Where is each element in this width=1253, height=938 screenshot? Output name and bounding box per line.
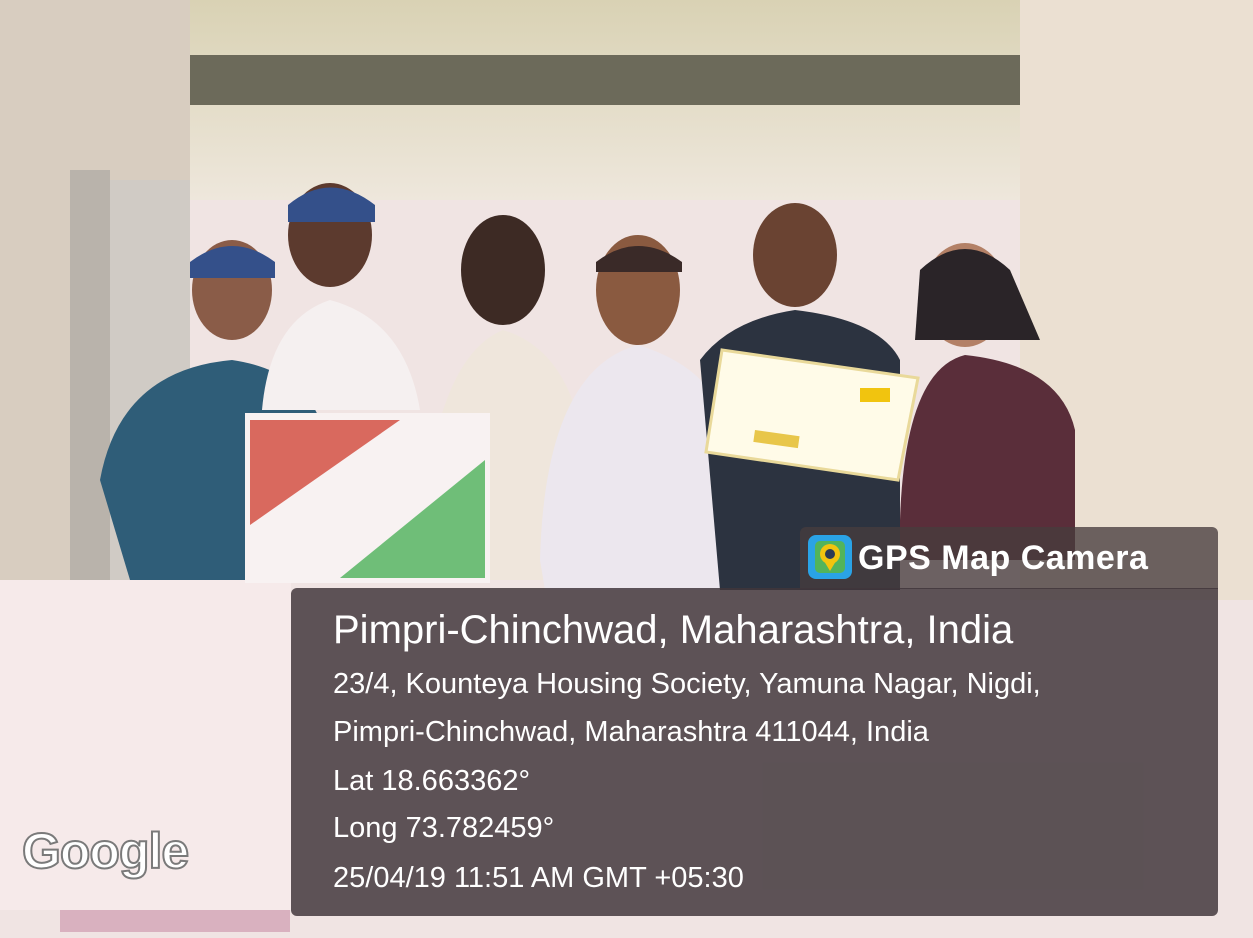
location-panel: Pimpri-Chinchwad, Maharashtra, India 23/…	[291, 588, 1218, 916]
gps-stamp-header: GPS Map Camera	[800, 527, 1218, 589]
address-line-2: Pimpri-Chinchwad, Maharashtra 411044, In…	[333, 716, 929, 748]
google-logo: Google	[21, 822, 190, 880]
map-camera-icon	[808, 535, 852, 579]
flag-drawing	[245, 413, 490, 583]
longitude: Long 73.782459°	[333, 812, 555, 844]
address-line-1: 23/4, Kounteya Housing Society, Yamuna N…	[333, 668, 1041, 700]
latitude: Lat 18.663362°	[333, 765, 531, 797]
location-title: Pimpri-Chinchwad, Maharashtra, India	[333, 608, 1014, 652]
app-name: GPS Map Camera	[858, 539, 1149, 577]
thumbnail-strip	[60, 910, 290, 932]
timestamp: 25/04/19 11:51 AM GMT +05:30	[333, 862, 744, 894]
